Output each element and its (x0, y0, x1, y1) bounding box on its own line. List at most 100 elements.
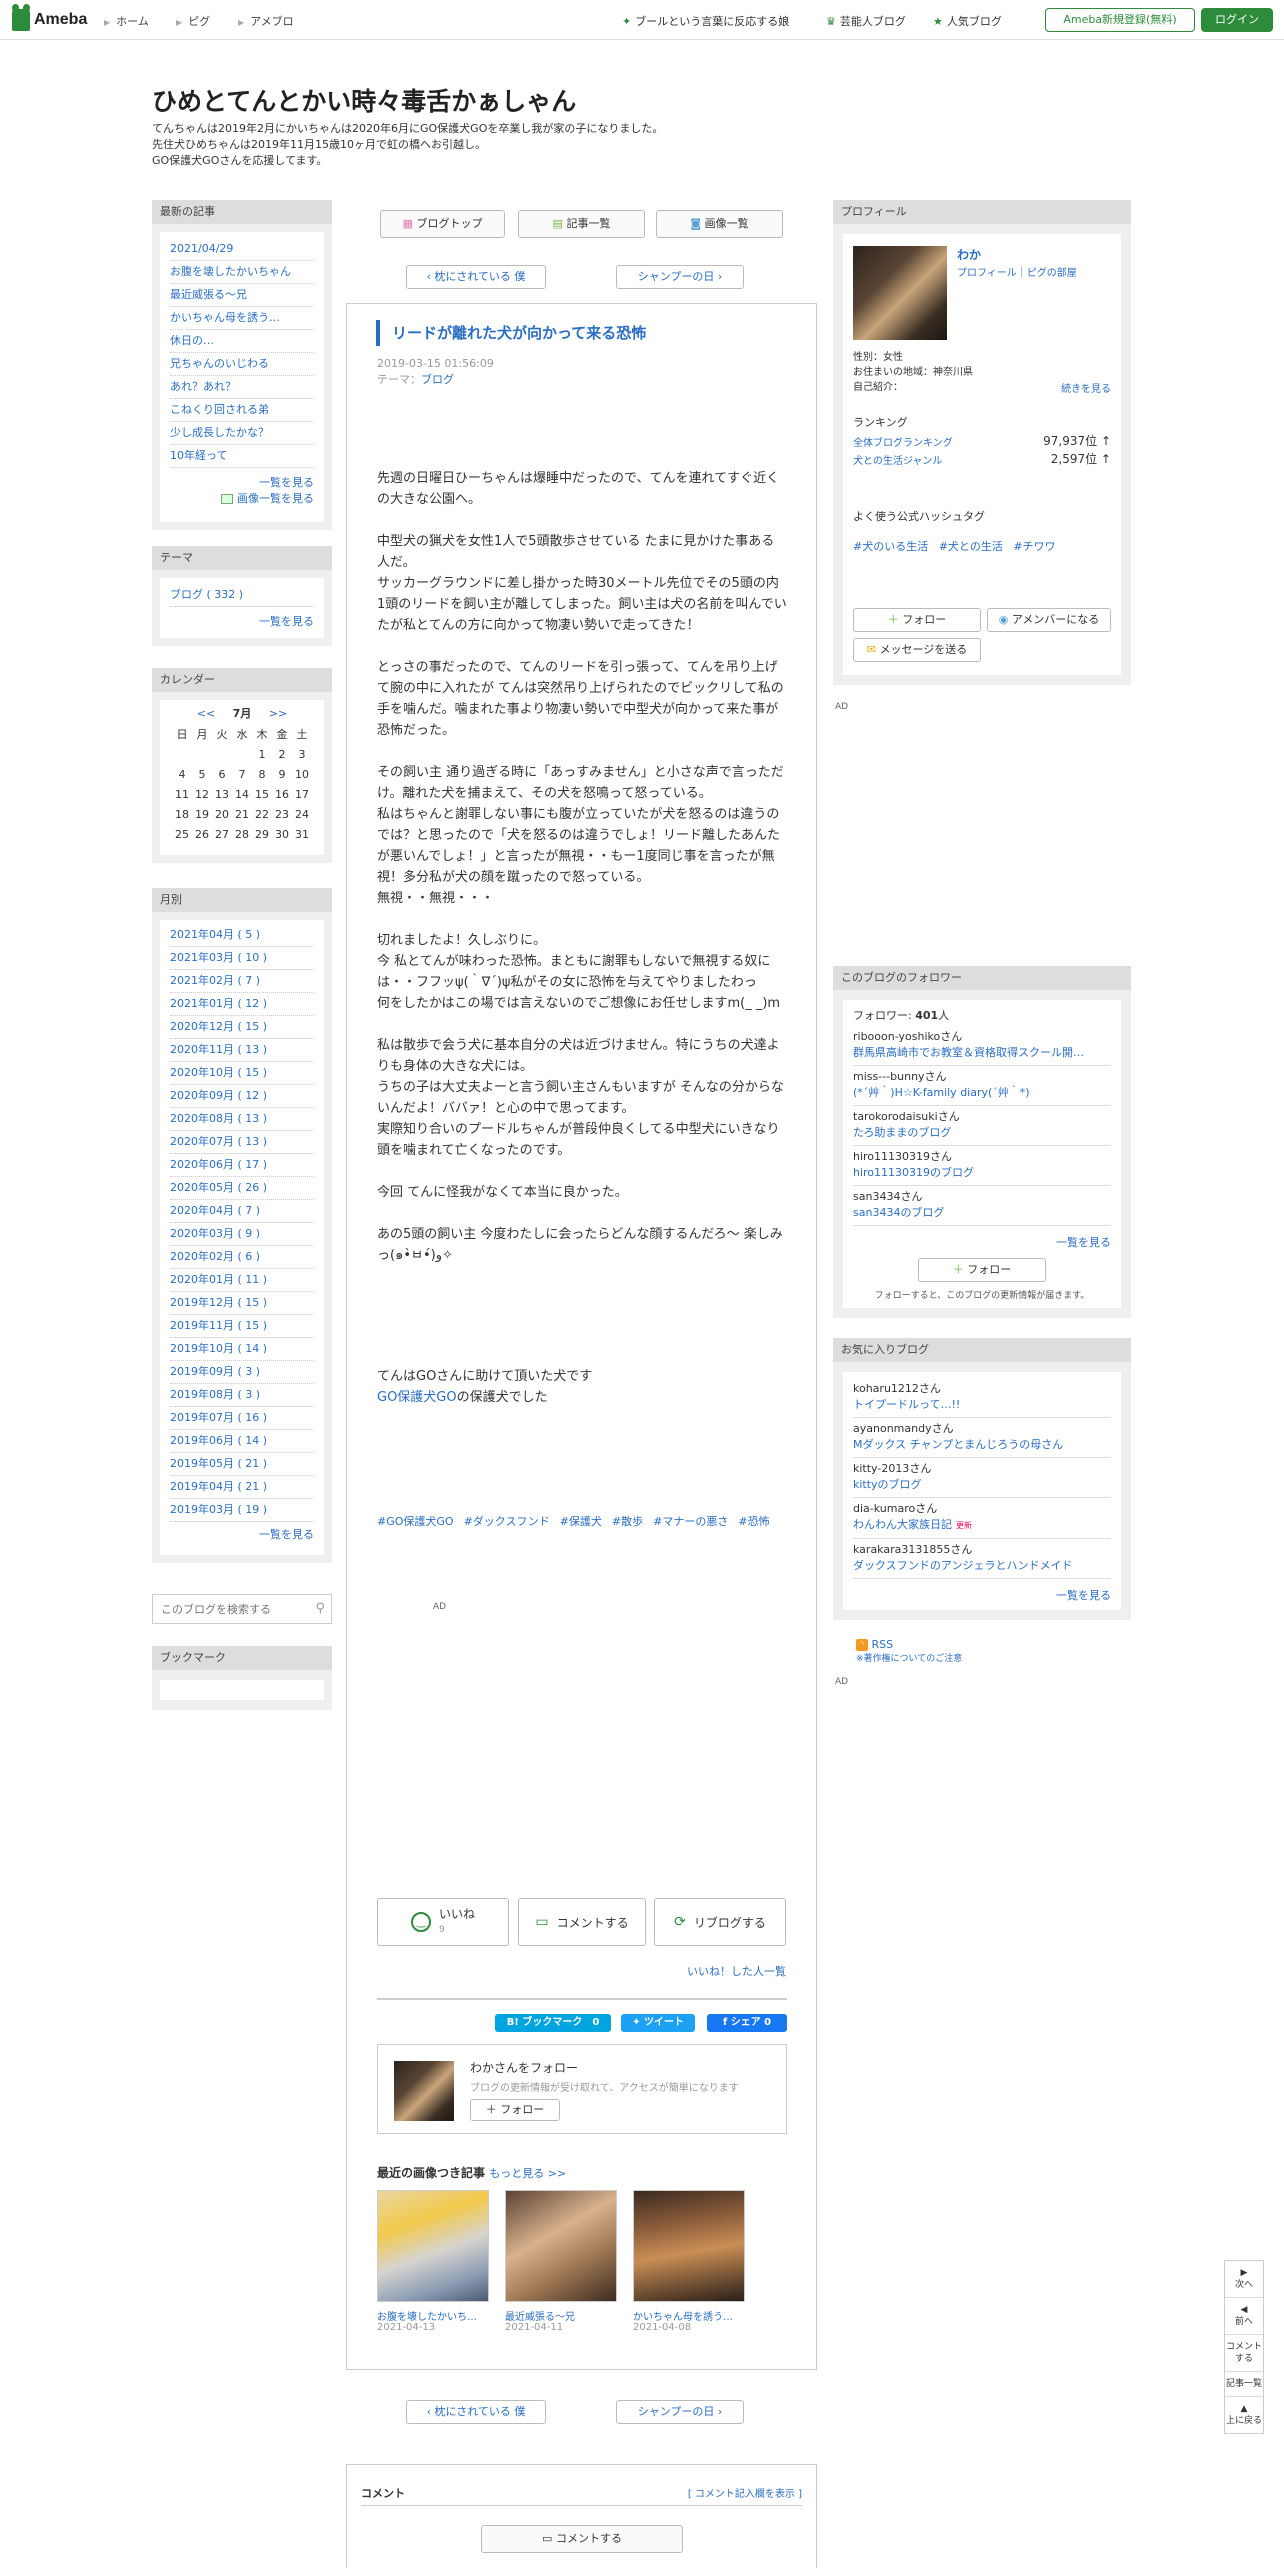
prev-entry-button-bottom[interactable]: ‹ 枕にされている 僕 (406, 2400, 546, 2424)
image-list-link[interactable]: 画像一覧を見る (170, 490, 314, 506)
list-item[interactable]: 2019年06月 ( 14 ) (170, 1430, 314, 1453)
rss-link[interactable]: ◝ RSS (856, 1638, 962, 1651)
user-name[interactable]: miss---bunnyさん (853, 1069, 1111, 1085)
profile-avatar[interactable] (853, 246, 947, 340)
calendar-prev[interactable]: << (197, 707, 215, 720)
image-list-button[interactable]: ◙ 画像一覧 (656, 210, 783, 238)
next-entry-button[interactable]: シャンプーの日 › (616, 265, 744, 289)
user-name[interactable]: karakara3131855さん (853, 1542, 1111, 1558)
prev-entry-button[interactable]: ‹ 枕にされている 僕 (406, 265, 546, 289)
theme-more-link[interactable]: 一覧を見る (170, 613, 314, 629)
side-comment-button[interactable]: コメントする (1225, 2335, 1263, 2372)
show-comment-form-link[interactable]: [ コメント記入欄を表示 ] (688, 2485, 802, 2500)
like-button[interactable]: ‿ いいね 9 (377, 1898, 509, 1946)
hashtag-link[interactable]: #チワワ (1013, 540, 1055, 553)
reblog-button[interactable]: ⟳ リブログする (654, 1898, 786, 1946)
list-item[interactable]: 2020年06月 ( 17 ) (170, 1154, 314, 1177)
thumbnail-image[interactable] (377, 2190, 489, 2302)
list-item[interactable]: 2020年08月 ( 13 ) (170, 1108, 314, 1131)
entry-theme-link[interactable]: ブログ (421, 373, 454, 386)
hatena-bookmark-button[interactable]: B! ブックマーク 0 (495, 2014, 611, 2032)
amember-button[interactable]: ◉ アメンバーになる (987, 608, 1111, 632)
nav-home[interactable]: ▶ ホーム (104, 13, 149, 29)
hashtag-link[interactable]: #犬のいる生活 (853, 540, 928, 553)
blog-link[interactable]: hiro11130319のブログ (853, 1166, 974, 1179)
thumbnail-title[interactable]: お腹を壊したかいち… (377, 2308, 489, 2323)
intro-more-link[interactable]: 続きを見る (1061, 380, 1111, 395)
ranking-genre-link[interactable]: 犬との生活ジャンル (853, 452, 942, 467)
favorites-more-link[interactable]: 一覧を見る (853, 1587, 1111, 1603)
blog-link[interactable]: Mダックス チャンプとまんじろうの母さん (853, 1438, 1063, 1451)
list-item[interactable]: 2021年03月 ( 10 ) (170, 947, 314, 970)
hashtag-link[interactable]: #恐怖 (738, 1515, 769, 1528)
hashtag-link[interactable]: #散歩 (612, 1515, 643, 1528)
list-item[interactable]: 2019年11月 ( 15 ) (170, 1315, 314, 1338)
ranking-overall-link[interactable]: 全体ブログランキング (853, 434, 953, 449)
nav-celebrity-blog[interactable]: ♛ 芸能人ブログ (826, 13, 906, 29)
side-entry-list-button[interactable]: 記事一覧 (1225, 2372, 1263, 2397)
recent-more-link[interactable]: 一覧を見る (170, 474, 314, 490)
user-name[interactable]: ayanonmandyさん (853, 1421, 1111, 1437)
hashtag-link[interactable]: #犬との生活 (939, 540, 1003, 553)
blog-link[interactable]: kittyのブログ (853, 1478, 922, 1491)
list-item[interactable]: 2019年09月 ( 3 ) (170, 1361, 314, 1384)
thumbnail-title[interactable]: かいちゃん母を誘う… (633, 2308, 745, 2323)
list-item[interactable]: 2019年08月 ( 3 ) (170, 1384, 314, 1407)
list-item[interactable]: お腹を壊したかいちゃん (170, 261, 314, 284)
list-item[interactable]: 少し成長したかな？ (170, 422, 314, 445)
list-item[interactable]: 2021年01月 ( 12 ) (170, 993, 314, 1016)
liked-users-link[interactable]: いいね！した人一覧 (680, 1963, 786, 1979)
user-name[interactable]: koharu1212さん (853, 1381, 1111, 1397)
tweet-button[interactable]: ✦ ツイート (621, 2014, 695, 2032)
list-item[interactable]: 2020年10月 ( 15 ) (170, 1062, 314, 1085)
hashtag-link[interactable]: #マナーの悪さ (653, 1515, 728, 1528)
profile-name[interactable]: わか (957, 246, 981, 263)
next-entry-button-bottom[interactable]: シャンプーの日 › (616, 2400, 744, 2424)
list-item[interactable]: 2020年04月 ( 7 ) (170, 1200, 314, 1223)
register-button[interactable]: Ameba新規登録(無料) (1045, 8, 1195, 32)
entry-title[interactable]: リードが離れた犬が向かって来る恐怖 (376, 320, 646, 346)
blog-link[interactable]: トイプードルって…!! (853, 1398, 960, 1411)
list-item[interactable]: 2021年04月 ( 5 ) (170, 924, 314, 947)
list-item[interactable]: 最近威張る〜兄 (170, 284, 314, 307)
copyright-note-link[interactable]: ※著作権についてのご注意 (856, 1651, 962, 1664)
list-item[interactable]: こねくり回される弟 (170, 399, 314, 422)
list-item[interactable]: 2019年12月 ( 15 ) (170, 1292, 314, 1315)
entry-list-button[interactable]: ▤ 記事一覧 (518, 210, 645, 238)
profile-follow-button[interactable]: ＋ フォロー (853, 608, 981, 632)
blog-title[interactable]: ひめとてんとかい時々毒舌かぁしゃん (152, 82, 576, 118)
calendar-next[interactable]: >> (269, 707, 287, 720)
search-icon[interactable]: ⚲ (315, 1601, 325, 1616)
followers-follow-button[interactable]: ＋ フォロー (918, 1258, 1046, 1282)
side-top-button[interactable]: ▲ 上に戻る (1225, 2397, 1263, 2433)
write-comment-button[interactable]: ▭ コメントする (481, 2525, 683, 2553)
list-item[interactable]: 2020年12月 ( 15 ) (170, 1016, 314, 1039)
user-name[interactable]: tarokorodaisukiさん (853, 1109, 1111, 1125)
comment-button[interactable]: ▭ コメントする (518, 1898, 646, 1946)
search-input[interactable] (153, 1595, 303, 1623)
list-item[interactable]: 2021/04/29 (170, 238, 314, 261)
thumbnail-image[interactable] (633, 2190, 745, 2302)
list-item[interactable]: 10年経って (170, 445, 314, 468)
login-button[interactable]: ログイン (1201, 8, 1273, 32)
nav-popular-blog[interactable]: ★ 人気ブログ (933, 13, 1002, 29)
profile-links[interactable]: プロフィール｜ピグの部屋 (957, 264, 1077, 279)
list-item[interactable]: 2020年05月 ( 26 ) (170, 1177, 314, 1200)
list-item[interactable]: 2019年07月 ( 16 ) (170, 1407, 314, 1430)
list-item[interactable]: 2020年09月 ( 12 ) (170, 1085, 314, 1108)
go-hogoken-link[interactable]: GO保護犬GO (377, 1390, 457, 1405)
blog-top-button[interactable]: ▦ ブログトップ (380, 210, 505, 238)
thumbnail-image[interactable] (505, 2190, 617, 2302)
list-item[interactable]: 2020年03月 ( 9 ) (170, 1223, 314, 1246)
nav-pigg[interactable]: ▶ ピグ (176, 13, 210, 29)
list-item[interactable]: 休日の… (170, 330, 314, 353)
side-next-button[interactable]: ▶ 次へ (1225, 2261, 1263, 2298)
user-name[interactable]: ribooon-yoshikoさん (853, 1029, 1111, 1045)
list-item[interactable]: 2020年11月 ( 13 ) (170, 1039, 314, 1062)
list-item[interactable]: 2019年04月 ( 21 ) (170, 1476, 314, 1499)
list-item[interactable]: かいちゃん母を誘う… (170, 307, 314, 330)
hashtag-link[interactable]: #ダックスフンド (464, 1515, 550, 1528)
blog-link[interactable]: たろ助ままのブログ (853, 1126, 951, 1139)
list-item[interactable]: 2019年05月 ( 21 ) (170, 1453, 314, 1476)
facebook-share-button[interactable]: f シェア 0 (707, 2014, 787, 2032)
